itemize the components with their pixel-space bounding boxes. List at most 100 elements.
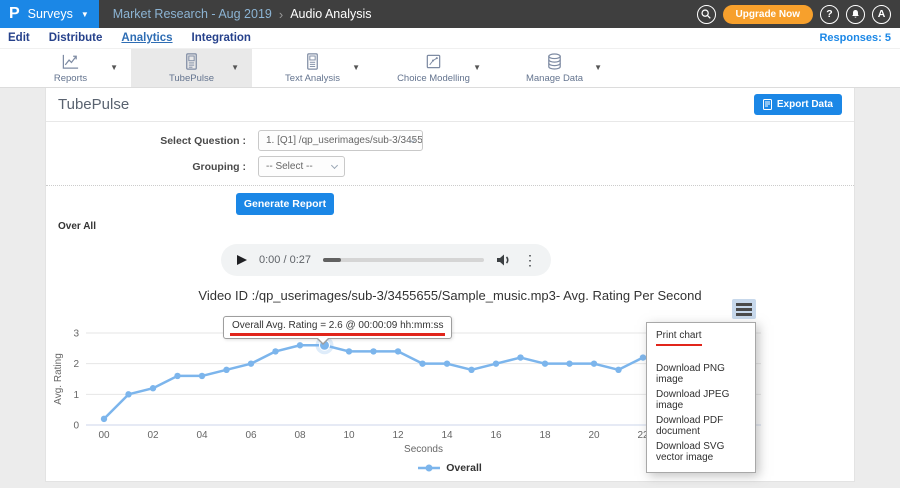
nav-item-edit[interactable]: Edit <box>8 32 30 44</box>
nav-item-integration[interactable]: Integration <box>192 32 251 44</box>
search-button[interactable] <box>697 5 716 24</box>
data-point <box>615 367 621 373</box>
export-data-label: Export Data <box>777 99 833 110</box>
toolbar-item-text-analysis[interactable]: Text Analysis▼ <box>252 49 373 87</box>
toolbar-item-tubepulse[interactable]: TubePulse ▼ <box>131 49 252 87</box>
data-point <box>101 416 107 422</box>
select-question-value: 1. [Q1] /qp_userimages/sub-3/3455655/S..… <box>266 135 423 146</box>
chevron-down-icon[interactable]: ▼ <box>231 63 239 72</box>
notifications-button[interactable] <box>846 5 865 24</box>
toolbar-item-label: Choice Modelling <box>397 73 470 84</box>
annotation-red-underline <box>230 333 445 336</box>
product-switcher[interactable]: P Surveys ▼ <box>0 0 99 28</box>
export-file-icon <box>763 99 772 110</box>
data-point <box>566 360 572 366</box>
chevron-down-icon[interactable]: ▼ <box>110 63 118 72</box>
data-point <box>444 360 450 366</box>
generate-report-button[interactable]: Generate Report <box>236 193 334 215</box>
breadcrumb-survey-link[interactable]: Market Research - Aug 2019 <box>113 7 272 21</box>
toolbar-item-label: Reports <box>54 73 87 84</box>
audio-seek-bar[interactable] <box>323 258 484 262</box>
grouping-value: -- Select -- <box>266 161 313 172</box>
data-point <box>346 348 352 354</box>
panel-title: TubePulse <box>58 96 129 113</box>
responses-count: Responses: 5 <box>819 32 900 44</box>
chart: Video ID :/qp_userimages/sub-3/3455655/S… <box>46 282 854 458</box>
svg-text:18: 18 <box>539 430 551 441</box>
help-button[interactable]: ? <box>820 5 839 24</box>
toolbar-item-choice-modelling[interactable]: Choice Modelling▼ <box>373 49 494 87</box>
svg-text:12: 12 <box>392 430 404 441</box>
legend-marker-icon <box>418 463 440 473</box>
analytics-toolbar: Reports▼TubePulse▼Text Analysis▼Choice M… <box>0 48 900 88</box>
data-point <box>542 360 548 366</box>
upgrade-now-button[interactable]: Upgrade Now <box>723 5 813 24</box>
chart-trend-icon <box>61 52 80 71</box>
grouping-label: Grouping : <box>46 161 258 173</box>
audio-player: 0:00 / 0:27 ⋮ <box>221 244 551 276</box>
data-point <box>517 354 523 360</box>
nav-item-analytics[interactable]: Analytics <box>121 32 172 44</box>
avatar[interactable]: A <box>872 5 891 24</box>
select-question-dropdown[interactable]: 1. [Q1] /qp_userimages/sub-3/3455655/S..… <box>258 130 423 151</box>
pulse-report-icon <box>182 52 201 71</box>
svg-text:14: 14 <box>441 430 453 441</box>
data-point <box>297 342 303 348</box>
chevron-down-icon[interactable]: ▼ <box>473 63 481 72</box>
toolbar-item-label: TubePulse <box>169 73 214 84</box>
database-icon <box>545 52 564 71</box>
hamburger-icon <box>736 303 752 306</box>
svg-text:20: 20 <box>588 430 600 441</box>
export-data-button[interactable]: Export Data <box>754 94 842 115</box>
svg-text:10: 10 <box>343 430 355 441</box>
data-point <box>150 385 156 391</box>
menu-item-download-pdf-document[interactable]: Download PDF document <box>647 413 755 439</box>
text-report-icon <box>303 52 322 71</box>
menu-item-download-png-image[interactable]: Download PNG image <box>647 361 755 387</box>
svg-text:08: 08 <box>294 430 306 441</box>
svg-text:00: 00 <box>98 430 110 441</box>
grouping-dropdown[interactable]: -- Select -- <box>258 156 345 177</box>
product-name: Surveys <box>28 7 73 21</box>
menu-item-print-chart[interactable]: Print chart <box>647 328 755 348</box>
audio-time: 0:00 / 0:27 <box>259 254 311 266</box>
data-point <box>591 360 597 366</box>
report-form: Select Question : 1. [Q1] /qp_userimages… <box>46 130 854 177</box>
svg-text:Seconds: Seconds <box>404 444 443 455</box>
chart-menu-button[interactable] <box>732 299 756 319</box>
toolbar-item-reports[interactable]: Reports ▼ <box>10 49 131 87</box>
chevron-down-icon[interactable]: ▼ <box>594 63 602 72</box>
svg-text:1: 1 <box>73 390 79 401</box>
select-question-label: Select Question : <box>46 135 258 147</box>
breadcrumb-separator: › <box>279 7 283 22</box>
data-point <box>272 348 278 354</box>
svg-text:06: 06 <box>245 430 257 441</box>
legend-series-label: Overall <box>446 462 482 474</box>
page-body: TubePulse Export Data Select Question : … <box>0 88 900 488</box>
bell-icon <box>850 9 861 20</box>
audio-played-progress <box>323 258 341 262</box>
data-point <box>493 360 499 366</box>
menu-item-download-svg-vector-image[interactable]: Download SVG vector image <box>647 439 755 465</box>
menu-item-download-jpeg-image[interactable]: Download JPEG image <box>647 387 755 413</box>
overall-label: Over All <box>58 221 854 232</box>
chart-context-menu: Print chart Download PNG imageDownload JP… <box>646 322 756 473</box>
svg-text:3: 3 <box>73 329 79 340</box>
toolbar-item-manage-data[interactable]: Manage Data▼ <box>494 49 615 87</box>
data-point <box>125 391 131 397</box>
play-button[interactable] <box>237 255 247 265</box>
choice-chart-icon <box>424 52 443 71</box>
svg-text:02: 02 <box>147 430 159 441</box>
audio-more-options-button[interactable]: ⋮ <box>523 253 537 267</box>
chevron-down-icon <box>331 162 338 169</box>
volume-icon[interactable] <box>496 253 511 267</box>
svg-text:04: 04 <box>196 430 208 441</box>
data-point <box>395 348 401 354</box>
panel-header: TubePulse Export Data <box>46 88 854 122</box>
data-point <box>370 348 376 354</box>
breadcrumb: Market Research - Aug 2019 › Audio Analy… <box>113 7 372 22</box>
svg-text:Avg. Rating: Avg. Rating <box>53 353 64 405</box>
chevron-down-icon[interactable]: ▼ <box>352 63 360 72</box>
nav-item-distribute[interactable]: Distribute <box>49 32 103 44</box>
data-point <box>248 360 254 366</box>
